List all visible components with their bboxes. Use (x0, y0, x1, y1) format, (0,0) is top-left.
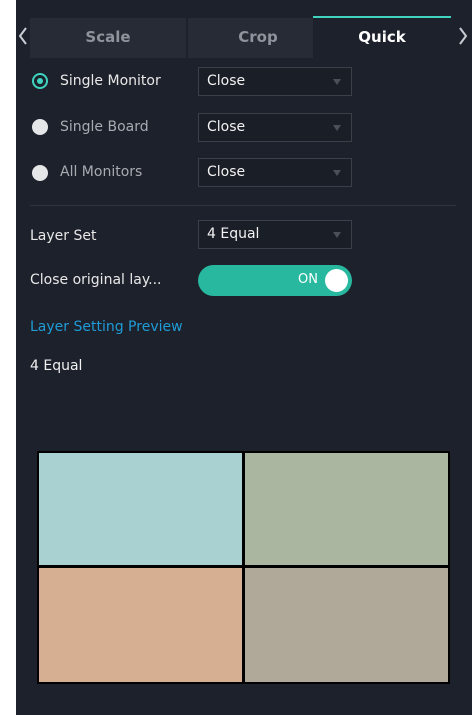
tab-scale[interactable]: Scale (30, 18, 186, 58)
preview-layer-4 (245, 568, 448, 682)
chevron-left-icon[interactable] (16, 24, 30, 48)
single-monitor-label: Single Monitor (60, 73, 161, 89)
all-monitors-label: All Monitors (60, 164, 143, 180)
tab-crop[interactable]: Crop (188, 18, 328, 58)
preview-layer-1 (39, 453, 242, 565)
all-monitors-radio[interactable] (32, 165, 48, 181)
close-original-layer-label: Close original lay... (30, 272, 162, 288)
chevron-down-icon (333, 125, 341, 131)
single-board-radio[interactable] (32, 119, 48, 135)
toggle-knob (325, 269, 348, 292)
chevron-down-icon (333, 232, 341, 238)
quick-layout-panel: Scale Crop Quick Single Monitor Close Si… (16, 0, 472, 715)
single-board-select[interactable]: Close (198, 113, 352, 142)
chevron-down-icon (333, 79, 341, 85)
all-monitors-select-value: Close (207, 164, 246, 180)
tab-quick[interactable]: Quick (313, 16, 451, 58)
layer-set-select-value: 4 Equal (207, 226, 260, 242)
section-divider (30, 205, 456, 206)
close-original-layer-toggle[interactable]: ON (198, 265, 352, 296)
single-monitor-radio[interactable] (32, 73, 48, 89)
layer-preview-grid (37, 451, 450, 684)
layer-setting-preview-title: Layer Setting Preview (30, 319, 183, 335)
chevron-down-icon (333, 170, 341, 176)
layer-set-select[interactable]: 4 Equal (198, 220, 352, 249)
tab-bar: Scale Crop Quick (16, 0, 472, 58)
preview-layer-2 (245, 453, 448, 565)
single-board-select-value: Close (207, 119, 246, 135)
layer-set-label: Layer Set (30, 228, 97, 244)
preview-layer-3 (39, 568, 242, 682)
preview-layout-name: 4 Equal (30, 358, 83, 374)
toggle-on-text: ON (298, 272, 318, 287)
all-monitors-select[interactable]: Close (198, 158, 352, 187)
chevron-right-icon[interactable] (456, 24, 470, 48)
single-monitor-select[interactable]: Close (198, 67, 352, 96)
single-monitor-select-value: Close (207, 73, 246, 89)
single-board-label: Single Board (60, 119, 149, 135)
